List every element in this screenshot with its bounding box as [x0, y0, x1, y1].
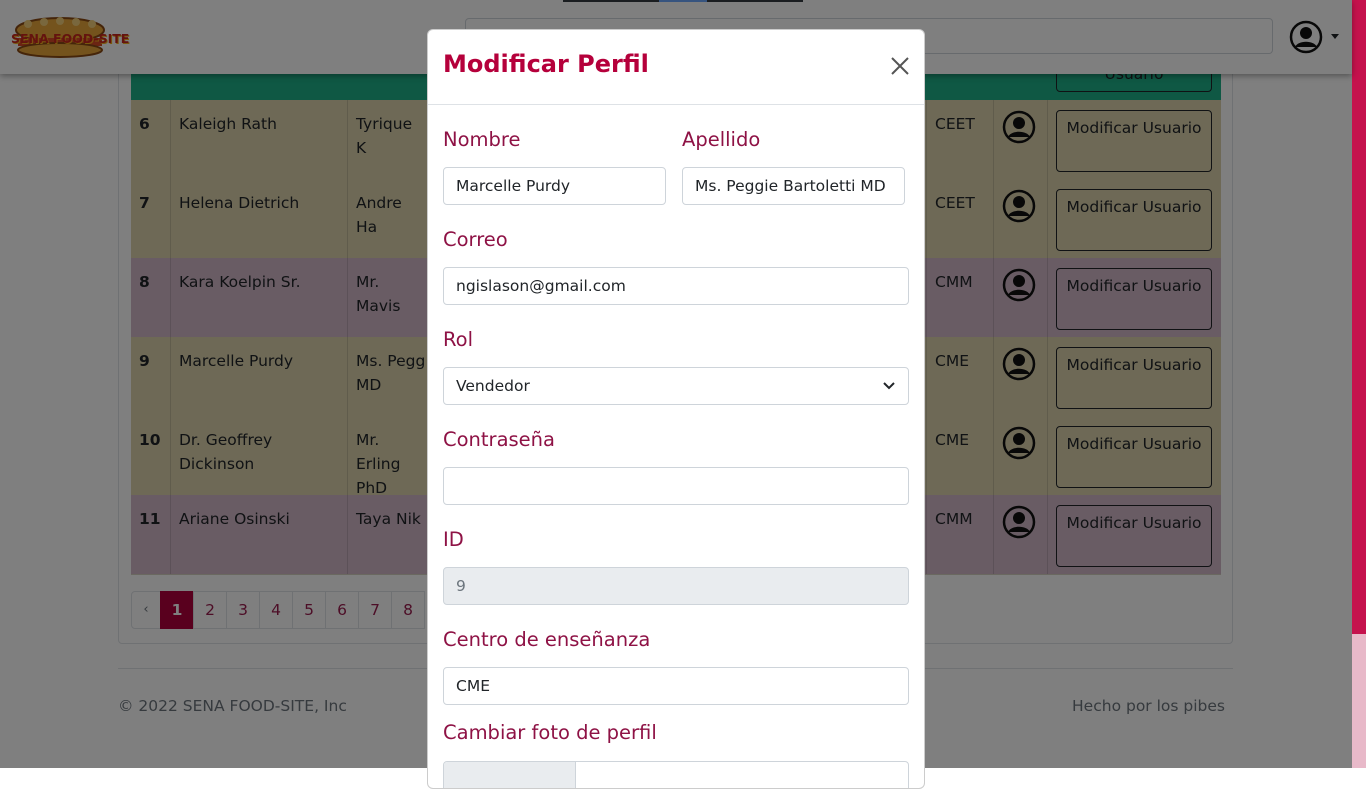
nombre-label: Nombre [443, 128, 521, 151]
nombre-input[interactable] [443, 167, 666, 205]
centro-label: Centro de enseñanza [443, 628, 651, 651]
photo-file-input[interactable] [443, 761, 909, 788]
email-field[interactable] [443, 267, 909, 305]
apellido-input[interactable] [682, 167, 905, 205]
correo-label: Correo [443, 228, 508, 251]
photo-label: Cambiar foto de perfil [443, 721, 657, 744]
edit-profile-modal: Modificar Perfil Nombre Apellido Correo … [427, 29, 925, 789]
centro-field[interactable] [443, 667, 909, 705]
rol-selected-value: Vendedor [456, 377, 530, 395]
password-field[interactable] [443, 467, 909, 505]
id-field [443, 567, 909, 605]
scrollbar[interactable] [1352, 0, 1366, 768]
apellido-label: Apellido [682, 128, 761, 151]
password-label: Contraseña [443, 428, 555, 451]
rol-label: Rol [443, 328, 474, 351]
modal-header: Modificar Perfil [428, 30, 924, 105]
rol-select[interactable]: Vendedor [443, 367, 909, 405]
scrollbar-thumb[interactable] [1352, 0, 1366, 634]
chevron-down-icon [883, 382, 895, 390]
close-icon[interactable] [888, 54, 912, 78]
id-label: ID [443, 528, 464, 551]
scrollbar-track [1352, 634, 1366, 768]
modal-title: Modificar Perfil [443, 50, 649, 78]
choose-file-button[interactable] [444, 762, 576, 788]
